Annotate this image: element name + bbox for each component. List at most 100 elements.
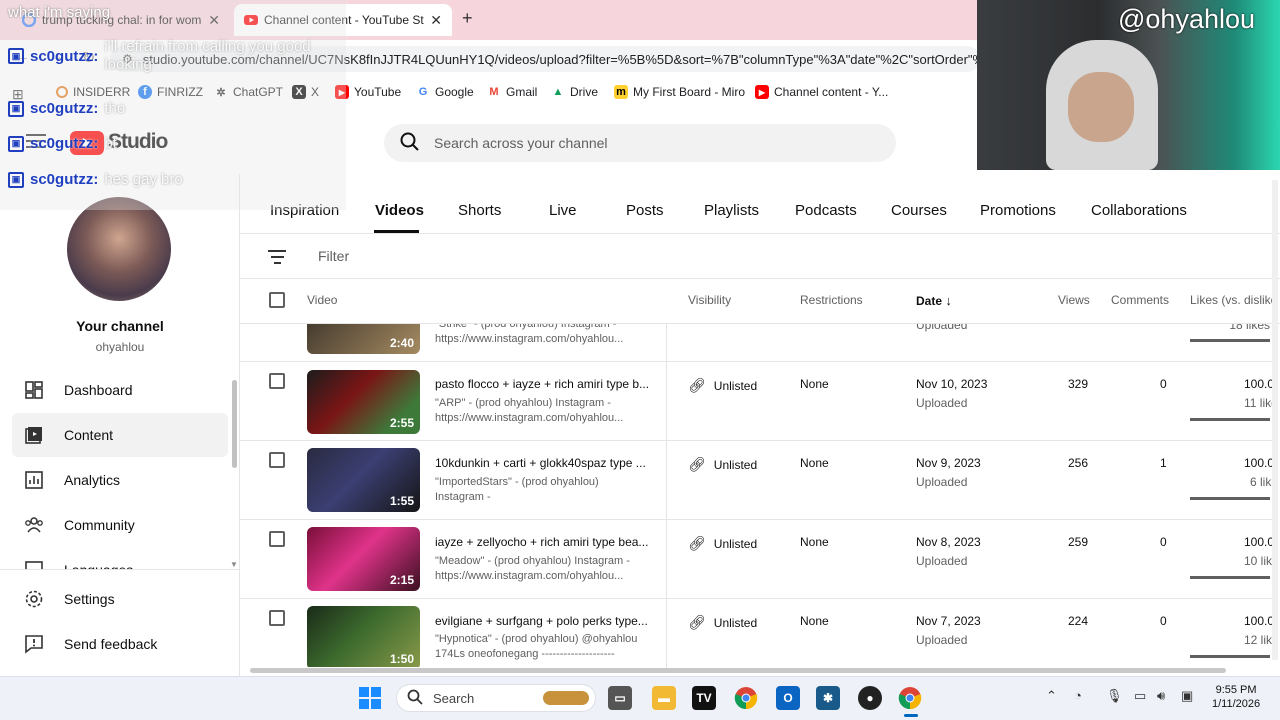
row-checkbox[interactable] bbox=[269, 452, 285, 468]
outlook-icon[interactable]: O bbox=[776, 686, 800, 710]
comments-value: 0 bbox=[1160, 377, 1167, 391]
row-checkbox[interactable] bbox=[269, 610, 285, 626]
bookmark-item[interactable]: G Google bbox=[416, 85, 474, 99]
app-icon[interactable]: ✱ bbox=[816, 686, 840, 710]
column-header-likes[interactable]: Likes (vs. dislikes) bbox=[1190, 293, 1272, 307]
row-checkbox[interactable] bbox=[269, 531, 285, 547]
sidebar-item-languages[interactable]: Languages bbox=[12, 548, 228, 570]
taskbar-search[interactable]: Search bbox=[396, 684, 596, 712]
video-title[interactable]: 10kdunkin + carti + glokk40spaz type ... bbox=[435, 456, 655, 470]
video-thumbnail[interactable]: 2:40 bbox=[307, 324, 420, 354]
visibility-dropdown[interactable]: 🔗︎ Unlisted bbox=[688, 535, 757, 552]
clock-time: 9:55 PM bbox=[1215, 684, 1257, 696]
likes-bar bbox=[1190, 418, 1270, 421]
display-icon[interactable]: ▭ bbox=[1134, 688, 1146, 704]
column-header-comments[interactable]: Comments bbox=[1111, 293, 1169, 307]
row-divider bbox=[240, 440, 1272, 441]
date-value: Nov 9, 2023 bbox=[916, 456, 981, 470]
sort-down-icon: ↓ bbox=[945, 293, 952, 308]
sidebar-item-send-feedback[interactable]: Send feedback bbox=[12, 622, 228, 666]
microphone-icon[interactable]: 🎙︎ bbox=[1106, 688, 1123, 704]
new-tab-button[interactable]: + bbox=[462, 8, 473, 29]
twitch-icon: ▣ bbox=[8, 48, 24, 64]
likes-bar bbox=[1190, 339, 1270, 342]
date-status: Uploaded bbox=[916, 633, 968, 647]
video-duration: 2:55 bbox=[389, 416, 414, 430]
bookmark-label: My First Board - Miro bbox=[633, 85, 746, 99]
tab-playlists[interactable]: Playlists bbox=[704, 202, 759, 219]
tab-courses[interactable]: Courses bbox=[891, 202, 947, 219]
tab-promotions[interactable]: Promotions bbox=[980, 202, 1056, 219]
column-header-video: Video bbox=[307, 293, 338, 307]
video-title[interactable]: evilgiane + surfgang + polo perks type..… bbox=[435, 614, 655, 628]
chrome-icon[interactable] bbox=[734, 686, 758, 710]
video-description: "Hypnotica" - (prod ohyahlou) @ohyahlou … bbox=[435, 633, 638, 660]
row-divider bbox=[240, 519, 1272, 520]
visibility-dropdown[interactable]: 🔗︎ Unlisted bbox=[688, 456, 757, 473]
chat-user: sc0gutzz: bbox=[30, 171, 99, 188]
chrome-profile-icon[interactable] bbox=[898, 686, 922, 710]
drive-icon: ▲ bbox=[552, 86, 564, 98]
tab-collaborations[interactable]: Collaborations bbox=[1091, 202, 1187, 219]
sidebar-item-settings[interactable]: Settings bbox=[12, 577, 228, 621]
tab-posts[interactable]: Posts bbox=[626, 202, 664, 219]
tab-shorts[interactable]: Shorts bbox=[458, 202, 501, 219]
divider bbox=[240, 278, 1280, 279]
scroll-down-icon[interactable]: ▼ bbox=[230, 560, 238, 569]
sidebar-item-community[interactable]: Community bbox=[12, 503, 228, 547]
filter-input[interactable]: Filter bbox=[318, 248, 349, 264]
video-thumbnail[interactable]: 1:55 bbox=[307, 448, 420, 512]
channel-avatar[interactable] bbox=[67, 197, 171, 301]
video-title[interactable]: pasto flocco + iayze + rich amiri type b… bbox=[435, 377, 655, 391]
likes-percent: 100.0% bbox=[1244, 377, 1272, 391]
bookmark-item[interactable]: ▲ Drive bbox=[551, 85, 598, 99]
channel-handle: ohyahlou bbox=[95, 340, 145, 354]
security-icon[interactable]: ◔ bbox=[1074, 688, 1082, 703]
column-header-views[interactable]: Views bbox=[1058, 293, 1090, 307]
column-header-visibility[interactable]: Visibility bbox=[688, 293, 731, 307]
column-header-date[interactable]: Date ↓ bbox=[916, 293, 952, 308]
video-title[interactable]: iayze + zellyocho + rich amiri type bea.… bbox=[435, 535, 655, 549]
obs-icon[interactable]: ● bbox=[858, 686, 882, 710]
video-thumbnail[interactable]: 2:55 bbox=[307, 370, 420, 434]
views-value: 224 bbox=[1068, 614, 1089, 628]
taskbar-clock[interactable]: 9:55 PM 1/11/2026 bbox=[1212, 683, 1260, 711]
video-description: "Strike" - (prod ohyahlou) Instagram - h… bbox=[435, 324, 624, 345]
volume-icon[interactable]: 🔊︎ bbox=[1157, 688, 1165, 704]
sidebar-item-analytics[interactable]: Analytics bbox=[12, 458, 228, 502]
date-value: Nov 8, 2023 bbox=[916, 535, 981, 549]
tradingview-icon[interactable]: TV bbox=[692, 686, 716, 710]
video-duration: 2:15 bbox=[389, 573, 414, 587]
task-view-icon[interactable]: ▭ bbox=[608, 686, 632, 710]
bookmark-item[interactable]: ▶ Channel content - Y... bbox=[755, 85, 888, 99]
chat-text: hes gay bro bbox=[104, 171, 183, 188]
visibility-dropdown[interactable]: 🔗︎ Unlisted bbox=[688, 377, 757, 394]
filter-icon[interactable] bbox=[268, 250, 286, 268]
file-explorer-icon[interactable]: ▬ bbox=[652, 686, 676, 710]
video-thumbnail[interactable]: 1:50 bbox=[307, 606, 420, 667]
visibility-dropdown[interactable]: 🔗︎ Unlisted bbox=[688, 614, 757, 631]
sidebar-item-dashboard[interactable]: Dashboard bbox=[12, 368, 228, 412]
select-all-checkbox[interactable] bbox=[269, 292, 285, 308]
date-status: Uploaded bbox=[916, 554, 968, 568]
chevron-up-icon[interactable]: ⌃ bbox=[1046, 688, 1057, 704]
row-checkbox[interactable] bbox=[269, 373, 285, 389]
bookmark-item[interactable]: M Gmail bbox=[487, 85, 537, 99]
restrictions-value: None bbox=[800, 614, 829, 628]
vertical-scrollbar[interactable] bbox=[1272, 180, 1278, 660]
sidebar-scrollbar[interactable] bbox=[232, 380, 237, 468]
bookmark-item[interactable]: m My First Board - Miro bbox=[614, 85, 745, 99]
sidebar-item-content[interactable]: Content bbox=[12, 413, 228, 457]
video-thumbnail[interactable]: 2:15 bbox=[307, 527, 420, 591]
column-header-restrictions[interactable]: Restrictions bbox=[800, 293, 863, 307]
channel-search-input[interactable]: Search across your channel bbox=[384, 124, 896, 162]
tab-videos[interactable]: Videos bbox=[375, 202, 424, 219]
date-status: Uploaded bbox=[916, 396, 968, 410]
battery-icon[interactable]: ▣ bbox=[1181, 688, 1193, 704]
close-icon[interactable]: ✕ bbox=[430, 12, 442, 29]
chat-text: tho bbox=[104, 100, 126, 117]
windows-start-icon[interactable] bbox=[358, 686, 382, 710]
tab-podcasts[interactable]: Podcasts bbox=[795, 202, 857, 219]
horizontal-scrollbar[interactable] bbox=[250, 668, 1226, 673]
tab-live[interactable]: Live bbox=[549, 202, 577, 219]
